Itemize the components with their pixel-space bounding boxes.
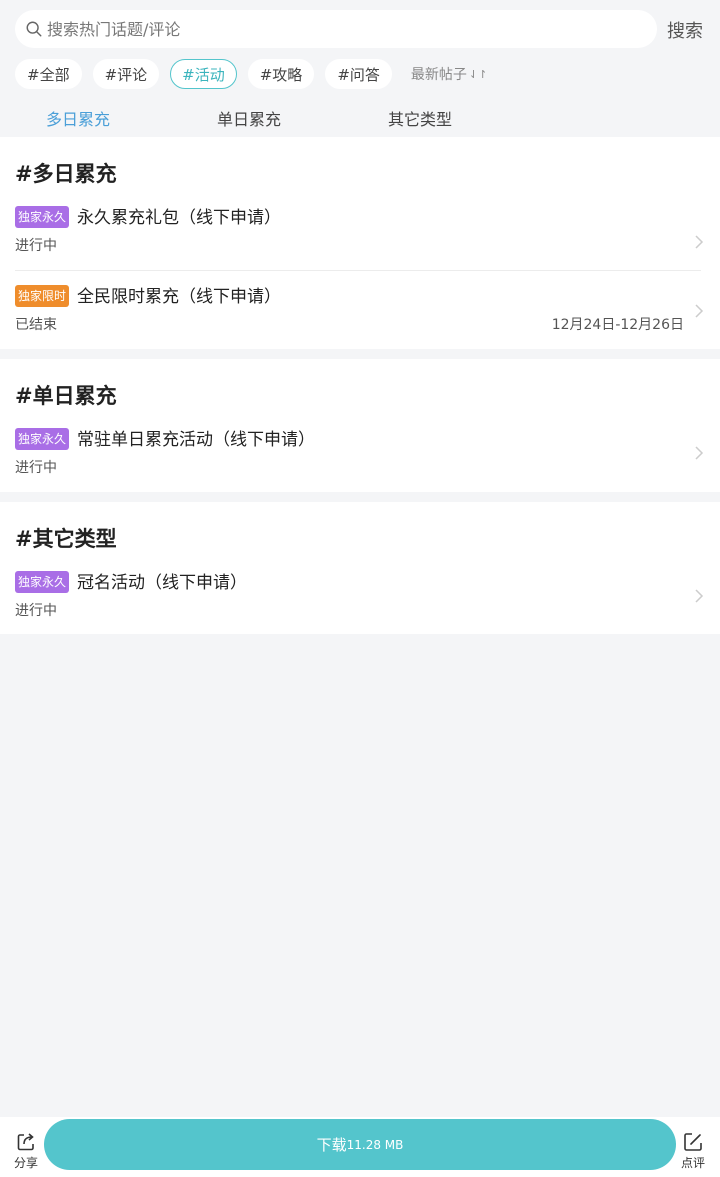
divider <box>15 270 701 271</box>
category-tabs: 多日累充 单日累充 其它类型 <box>0 100 720 132</box>
chevron-right-icon <box>695 304 704 318</box>
badge-permanent: 独家永久 <box>15 206 70 228</box>
download-label: 下载 <box>316 1136 347 1154</box>
item-title: 全民限时累充（线下申请） <box>77 287 281 307</box>
section-title: #多日累充 <box>15 162 117 186</box>
chevron-right-icon <box>695 235 704 249</box>
tag-chip-comments[interactable]: #评论 <box>92 59 160 89</box>
tab-multi-day-recharge[interactable]: 多日累充 <box>46 106 110 130</box>
section-single-day-recharge: #单日累充 独家永久 常驻单日累充活动（线下申请） 进行中 <box>0 359 720 492</box>
badge-limited: 独家限时 <box>15 285 70 307</box>
list-item[interactable]: 独家限时 全民限时累充（线下申请） 已结束 12月24日-12月26日 <box>0 285 720 363</box>
search-input[interactable] <box>47 19 627 39</box>
item-status: 进行中 <box>15 460 57 476</box>
section-other-types: #其它类型 独家永久 冠名活动（线下申请） 进行中 <box>0 502 720 634</box>
review-label: 点评 <box>680 1156 705 1170</box>
item-title: 永久累充礼包（线下申请） <box>77 208 281 228</box>
section-title: #单日累充 <box>15 384 117 408</box>
list-item[interactable]: 独家永久 永久累充礼包（线下申请） 进行中 <box>0 206 720 284</box>
share-button[interactable]: 分享 <box>11 1131 41 1171</box>
chevron-right-icon <box>695 446 704 460</box>
search-button[interactable]: 搜索 <box>667 17 703 43</box>
list-item[interactable]: 独家永久 常驻单日累充活动（线下申请） 进行中 <box>0 428 720 506</box>
search-box[interactable] <box>15 10 657 48</box>
tag-chip-qa[interactable]: #问答 <box>325 59 392 89</box>
download-button[interactable]: 下载 11.28 MB <box>44 1119 676 1170</box>
badge-permanent: 独家永久 <box>15 428 70 450</box>
share-icon <box>17 1133 34 1151</box>
item-status: 进行中 <box>15 603 57 619</box>
item-title: 常驻单日累充活动（线下申请） <box>77 430 315 450</box>
item-date-range: 12月24日-12月26日 <box>551 317 684 333</box>
item-status: 进行中 <box>15 238 57 254</box>
tab-single-day-recharge[interactable]: 单日累充 <box>217 106 281 130</box>
tag-filter-row: #全部 #评论 #活动 #攻略 #问答 最新帖子 ⇃↾ <box>15 59 487 89</box>
tag-chip-activities[interactable]: #活动 <box>170 59 237 89</box>
badge-permanent: 独家永久 <box>15 571 70 593</box>
section-title: #其它类型 <box>15 527 117 551</box>
search-row: 搜索 <box>0 0 720 58</box>
sort-arrows-icon: ⇃↾ <box>468 67 488 81</box>
section-multi-day-recharge: #多日累充 独家永久 永久累充礼包（线下申请） 进行中 独家限时 全民限时累充（… <box>0 137 720 349</box>
search-icon <box>26 21 42 37</box>
download-size: 11.28 MB <box>346 1137 404 1152</box>
share-label: 分享 <box>13 1156 38 1170</box>
review-button[interactable]: 点评 <box>678 1131 708 1171</box>
chevron-right-icon <box>695 589 704 603</box>
tag-chip-all[interactable]: #全部 <box>15 59 82 89</box>
sort-label: 最新帖子 <box>410 67 467 83</box>
sort-button[interactable]: 最新帖子 ⇃↾ <box>411 64 487 84</box>
bottom-action-bar: 分享 下载 11.28 MB 点评 <box>0 1117 720 1177</box>
list-item[interactable]: 独家永久 冠名活动（线下申请） 进行中 <box>0 571 720 649</box>
item-title: 冠名活动（线下申请） <box>77 573 247 593</box>
edit-icon <box>684 1133 702 1151</box>
tag-chip-guides[interactable]: #攻略 <box>247 59 315 89</box>
item-status: 已结束 <box>15 317 57 333</box>
tab-other-types[interactable]: 其它类型 <box>388 106 452 130</box>
